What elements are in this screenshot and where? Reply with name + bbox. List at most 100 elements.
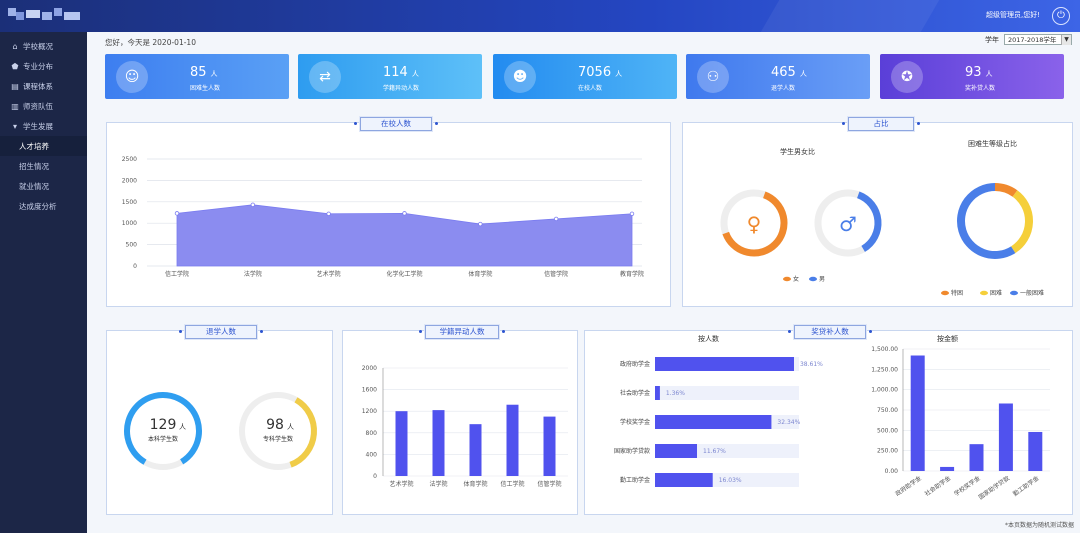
aid-count-title: 按人数 bbox=[698, 335, 719, 343]
junior-unit: 人 bbox=[287, 423, 294, 431]
year-value: 2017-2018学年 bbox=[1008, 36, 1057, 44]
sidebar-item-courses[interactable]: ▤ 课程体系 bbox=[0, 76, 87, 96]
sidebar: ⌂ 学校概况 ⬟ 专业分布 ▤ 课程体系 ▥ 师资队伍 ▾ 学生发展 人才培养 招生情况 … bbox=[0, 32, 87, 533]
stat-card-dropout[interactable]: ⚇ 465 人 退学人数 bbox=[686, 54, 870, 99]
y-tick-label: 500 bbox=[126, 242, 138, 249]
stat-unit: 人 bbox=[615, 70, 623, 78]
bar bbox=[940, 466, 955, 471]
bar bbox=[395, 411, 408, 476]
legend-male-label: 男 bbox=[819, 276, 825, 283]
stat-card-status-change[interactable]: ⇄ 114 人 学籍异动人数 bbox=[298, 54, 482, 99]
undergrad-label: 本科学生数 bbox=[148, 435, 178, 443]
data-point bbox=[250, 202, 256, 207]
female-figure-icon: ♀ bbox=[747, 212, 762, 236]
data-point bbox=[402, 211, 407, 216]
data-point bbox=[553, 216, 559, 222]
sidebar-subitem-attainment[interactable]: 达成度分析 bbox=[0, 196, 87, 216]
y-category-label: 政府助学金 bbox=[620, 360, 650, 368]
y-tick-label: 1000 bbox=[122, 220, 137, 227]
user-greeting[interactable]: 超级管理员,您好! bbox=[986, 10, 1040, 20]
y-tick-label: 0 bbox=[373, 473, 377, 480]
y-category-label: 社会助学金 bbox=[620, 389, 650, 397]
panel-title: 学籍异动人数 bbox=[419, 325, 505, 339]
stat-card-difficult[interactable]: ☺ 85 人 困难生人数 bbox=[105, 54, 289, 99]
sidebar-item-faculty[interactable]: ▥ 师资队伍 bbox=[0, 96, 87, 116]
power-icon[interactable]: ⏻ bbox=[1052, 7, 1070, 25]
data-point bbox=[326, 211, 331, 216]
y-tick-label: 1,250.00 bbox=[871, 366, 898, 373]
x-tick-label: 政府助学金 bbox=[894, 474, 923, 498]
panel-status-change: 学籍异动人数 0 400 800 1200 1600 2000 艺术学院 法学院 体育学院 信工学… bbox=[342, 325, 578, 515]
x-tick-label: 艺术学院 bbox=[389, 480, 413, 488]
bar-value-label: 32.34% bbox=[777, 419, 800, 426]
sidebar-item-majors[interactable]: ⬟ 专业分布 bbox=[0, 56, 87, 76]
stat-value: 465 bbox=[771, 65, 796, 80]
difficulty-arc-2 bbox=[957, 183, 1016, 259]
y-tick-label: 0.00 bbox=[885, 468, 899, 475]
x-tick-label: 教育学院 bbox=[620, 270, 644, 278]
difficulty-arc-0 bbox=[994, 183, 1018, 197]
y-tick-label: 2000 bbox=[122, 177, 137, 184]
y-tick-label: 1600 bbox=[362, 387, 377, 394]
y-tick-label: 750.00 bbox=[877, 407, 898, 414]
sidebar-subitem-employment[interactable]: 就业情况 bbox=[0, 176, 87, 196]
x-tick-label: 社会助学金 bbox=[923, 474, 952, 498]
legend-label: 特困 bbox=[951, 289, 963, 297]
y-tick-label: 1200 bbox=[362, 408, 377, 415]
sidebar-item-label: 课程体系 bbox=[23, 81, 53, 91]
panel-title: 在校人数 bbox=[354, 117, 438, 131]
graduation-cap-icon: ⬟ bbox=[11, 61, 19, 71]
y-tick-label: 1,500.00 bbox=[871, 346, 898, 353]
data-point bbox=[174, 211, 180, 216]
sidebar-subitem-talent[interactable]: 人才培养 bbox=[0, 136, 87, 156]
sidebar-item-label: 学校概况 bbox=[23, 41, 53, 51]
sidebar-subitem-admission[interactable]: 招生情况 bbox=[0, 156, 87, 176]
panel-ratio: 占比 学生男女比 困难生等级占比 ♀ ♂ 女 男特困 困难 一般困难 bbox=[682, 117, 1073, 307]
faculty-icon: ▥ bbox=[11, 101, 19, 111]
y-tick-label: 500.00 bbox=[877, 427, 898, 434]
x-tick-label: 国家助学贷款 bbox=[977, 474, 1011, 501]
bar bbox=[1028, 431, 1043, 471]
book-icon: ▤ bbox=[11, 81, 19, 91]
x-tick-label: 法学院 bbox=[429, 480, 447, 488]
undergrad-unit: 人 bbox=[179, 423, 186, 431]
chevron-down-icon[interactable]: ▼ bbox=[1061, 35, 1071, 45]
undergrad-value: 129 bbox=[150, 417, 177, 433]
bar bbox=[910, 355, 925, 471]
stat-label: 在校人数 bbox=[578, 85, 603, 92]
dropout-ring-charts: 129 人本科学生数98 人专科学生数 bbox=[124, 392, 317, 470]
y-tick-label: 400 bbox=[366, 451, 378, 458]
legend-swatch bbox=[980, 290, 988, 296]
aid-bar-charts: 政府助学金 38.61% 社会助学金 1.36% 学校奖学金 32.34% 国家助学贷款 11… bbox=[614, 346, 1050, 501]
bar bbox=[543, 416, 556, 476]
stat-label: 困难生人数 bbox=[190, 85, 221, 92]
bar-value-label: 11.67% bbox=[703, 448, 726, 455]
junior-arc bbox=[289, 397, 317, 468]
stat-card-enrolled[interactable]: ☻ 7056 人 在校人数 bbox=[493, 54, 677, 99]
legend-female-label: 女 bbox=[793, 275, 799, 283]
y-category-label: 国家助学贷款 bbox=[614, 447, 650, 455]
junior-value: 98 bbox=[266, 417, 284, 433]
stat-card-aid[interactable]: ✪ 93 人 奖补贷人数 bbox=[880, 54, 1064, 99]
year-select[interactable]: 2017-2018学年 ▼ bbox=[1004, 34, 1072, 45]
year-label: 学年 bbox=[985, 35, 999, 44]
school-icon: ⌂ bbox=[12, 41, 18, 51]
male-figure-icon: ♂ bbox=[839, 212, 857, 236]
status-change-bar-chart: 0 400 800 1200 1600 2000 艺术学院 法学院 体育学院 信工学院 信管学院 bbox=[362, 365, 568, 488]
bar bbox=[998, 403, 1013, 471]
stat-label: 学籍异动人数 bbox=[383, 85, 420, 92]
y-category-label: 学校奖学金 bbox=[620, 418, 650, 426]
y-category-label: 勤工助学金 bbox=[620, 476, 650, 484]
sidebar-item-label: 师资队伍 bbox=[23, 101, 53, 111]
x-tick-label: 信管学院 bbox=[537, 480, 561, 488]
person-icon: ☺ bbox=[116, 61, 148, 93]
sidebar-item-students[interactable]: ▾ 学生发展 bbox=[0, 116, 87, 136]
bar bbox=[655, 415, 772, 429]
x-tick-label: 勤工助学金 bbox=[1011, 474, 1040, 498]
legend-male-swatch bbox=[809, 276, 817, 282]
legend-swatch bbox=[1010, 290, 1018, 296]
transfer-icon: ⇄ bbox=[309, 61, 341, 93]
sidebar-item-school[interactable]: ⌂ 学校概况 bbox=[0, 36, 87, 56]
panel-title: 占比 bbox=[842, 117, 920, 131]
x-tick-label: 信工学院 bbox=[165, 270, 189, 278]
